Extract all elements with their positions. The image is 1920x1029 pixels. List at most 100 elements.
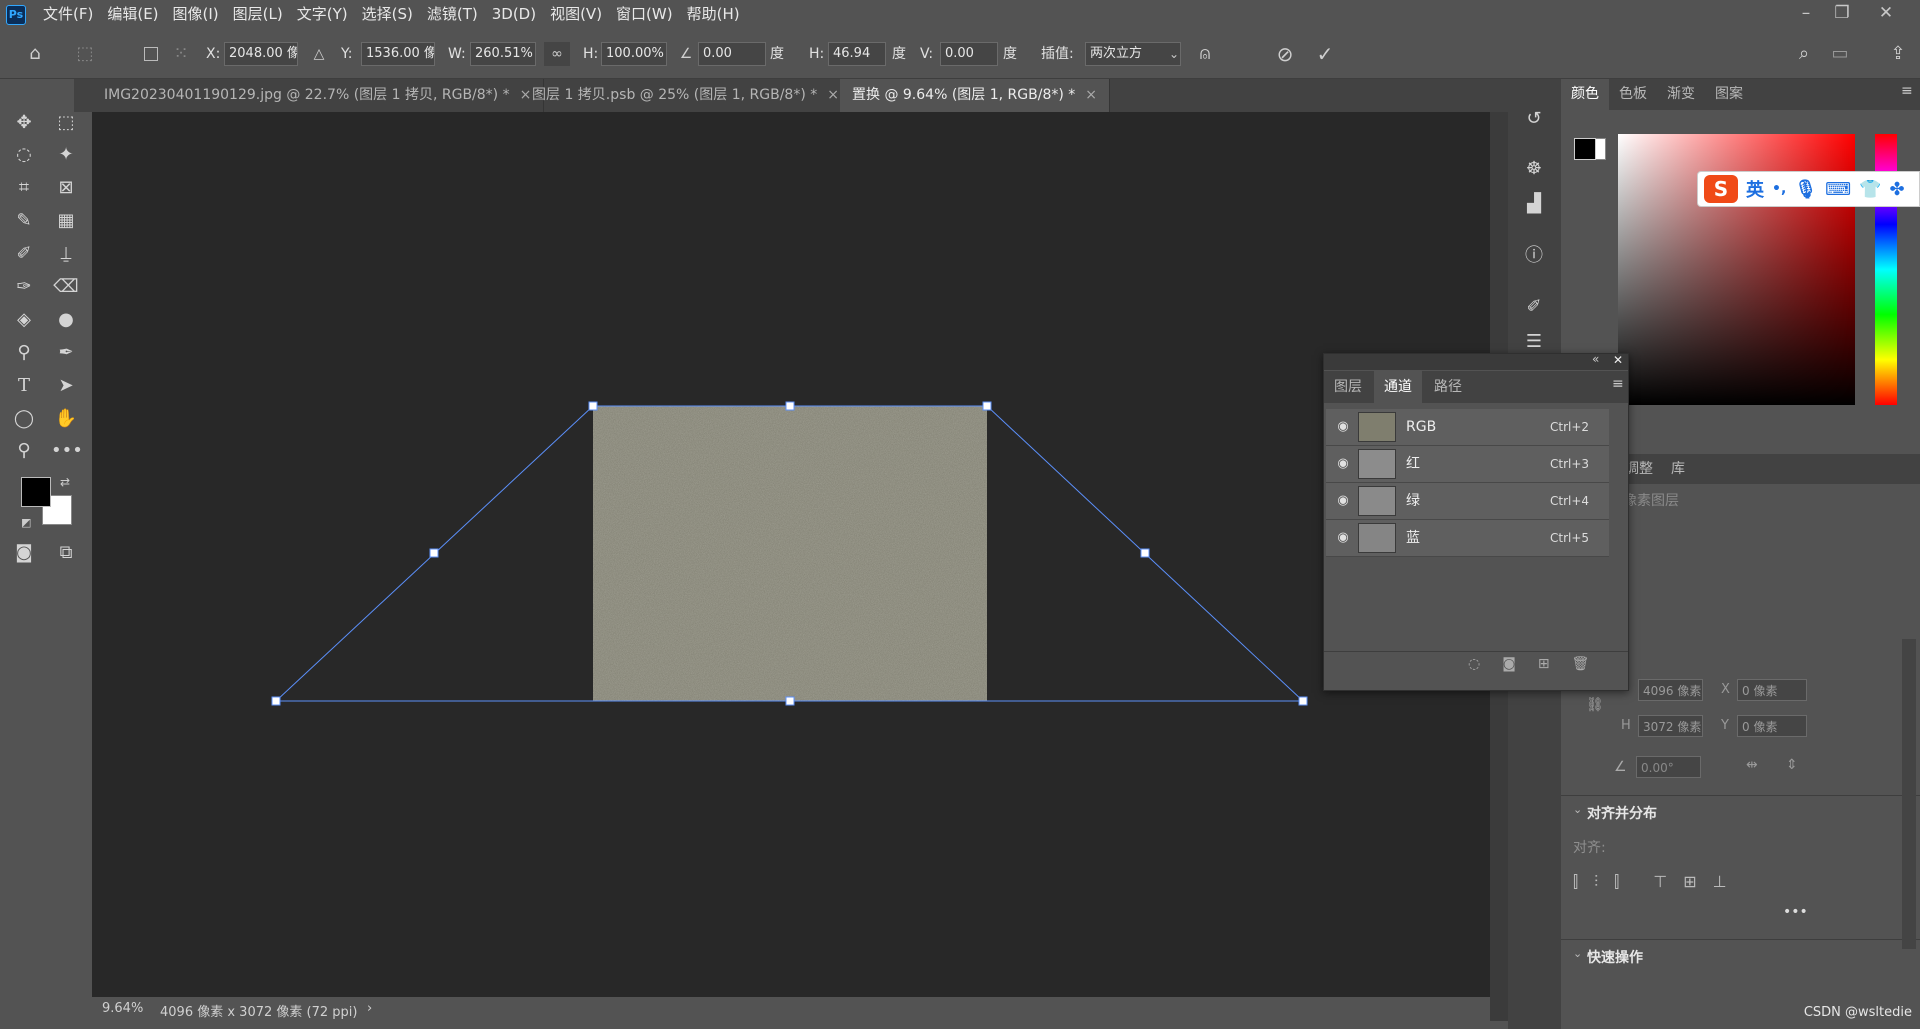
tab-document-2[interactable]: 图层 1 拷贝.psb @ 25% (图层 1, RGB/8*) * × — [520, 79, 852, 112]
minimize-button[interactable]: – — [1788, 0, 1824, 26]
y-field[interactable]: 1536.00 像 — [361, 42, 435, 66]
toolbox-icon[interactable]: ✤ — [1890, 179, 1905, 200]
lasso-tool-icon[interactable]: ◌ — [9, 140, 39, 170]
menu-file[interactable]: 文件(F) — [36, 0, 100, 29]
menu-edit[interactable]: 编辑(E) — [100, 0, 165, 29]
zoom-tool-icon[interactable]: ⚲ — [9, 436, 39, 466]
frame-tool-icon[interactable]: ⊠ — [51, 173, 81, 203]
eraser-tool-icon[interactable]: ⌫ — [51, 272, 81, 302]
zoom-level[interactable]: 9.64% — [102, 1001, 143, 1016]
brush-tool-icon[interactable]: ✐ — [9, 239, 39, 269]
menu-filter[interactable]: 滤镜(T) — [420, 0, 485, 29]
color-fg-swatch[interactable] — [1574, 138, 1596, 160]
h-field[interactable]: 100.00% — [601, 42, 667, 66]
tab-color[interactable]: 颜色 — [1561, 79, 1609, 110]
restore-button[interactable]: ❐ — [1824, 0, 1860, 26]
tab-patterns[interactable]: 图案 — [1705, 79, 1753, 110]
ellipse-tool-icon[interactable]: ◯ — [9, 404, 39, 434]
brush-settings-icon[interactable]: ✐ — [1519, 292, 1549, 322]
channel-row-red[interactable]: ◉ 红 Ctrl+3 — [1326, 446, 1609, 483]
commit-transform-icon[interactable]: ✓ — [1312, 42, 1338, 66]
angle-field[interactable]: 0.00 — [698, 42, 766, 66]
type-tool-icon[interactable]: T — [9, 371, 39, 401]
screen-mode-icon[interactable]: ⧉ — [51, 538, 81, 568]
menu-type[interactable]: 文字(Y) — [290, 0, 355, 29]
align-left-icon[interactable]: ⫿ — [1573, 872, 1578, 892]
link-icon[interactable]: ∞ — [544, 42, 570, 66]
align-middle-icon[interactable]: ⊞ — [1683, 872, 1696, 892]
skin-icon[interactable]: 👕 — [1859, 179, 1881, 200]
quick-mask-icon[interactable]: ◙ — [9, 538, 39, 568]
cancel-transform-icon[interactable]: ⊘ — [1272, 42, 1298, 66]
magic-wand-tool-icon[interactable]: ✦ — [51, 140, 81, 170]
tab-document-3[interactable]: 置换 @ 9.64% (图层 1, RGB/8*) * × — [840, 79, 1110, 112]
tab-layers[interactable]: 图层 — [1324, 371, 1372, 403]
align-center-icon[interactable]: ⫶ — [1594, 872, 1598, 892]
search-icon[interactable]: ⌕ — [1791, 42, 1817, 66]
hand-tool-icon[interactable]: ✋ — [51, 404, 81, 434]
navigator-icon[interactable]: ☸ — [1519, 154, 1549, 184]
blur-tool-icon[interactable]: ● — [51, 305, 81, 335]
history-brush-tool-icon[interactable]: ✑ — [9, 272, 39, 302]
default-colors-icon[interactable]: ◩ — [21, 516, 31, 529]
marquee-tool-icon[interactable]: ⬚ — [51, 108, 81, 138]
home-icon[interactable]: ⌂ — [22, 42, 48, 66]
props-y-field[interactable]: 0 像素 — [1737, 715, 1807, 737]
close-window-button[interactable]: ✕ — [1868, 0, 1904, 26]
canvas-area[interactable] — [92, 112, 1490, 997]
hskew-field[interactable]: 46.94 — [828, 42, 886, 66]
path-selection-tool-icon[interactable]: ➤ — [51, 371, 81, 401]
tab-libraries[interactable]: 库 — [1671, 454, 1685, 484]
align-section-title[interactable]: 对齐并分布 — [1587, 803, 1657, 823]
foreground-color-swatch[interactable] — [21, 477, 51, 507]
pen-tool-icon[interactable]: ✒ — [51, 338, 81, 368]
vskew-field[interactable]: 0.00 — [940, 42, 998, 66]
collapse-icon[interactable]: « — [1592, 352, 1599, 366]
props-h-field[interactable]: 3072 像素 — [1638, 715, 1703, 737]
transform-handle[interactable] — [271, 696, 281, 706]
flip-horizontal-icon[interactable]: ⇹ — [1746, 757, 1758, 773]
chevron-down-icon[interactable]: ⌄ — [1573, 947, 1582, 960]
channel-row-blue[interactable]: ◉ 蓝 Ctrl+5 — [1326, 520, 1609, 557]
document-info[interactable]: 4096 像素 x 3072 像素 (72 ppi) — [160, 1001, 357, 1020]
menu-layer[interactable]: 图层(L) — [226, 0, 290, 29]
quick-actions-title[interactable]: 快速操作 — [1587, 947, 1643, 967]
transform-handle[interactable] — [785, 696, 795, 706]
props-angle-field[interactable]: 0.00° — [1636, 756, 1701, 778]
eye-icon[interactable]: ◉ — [1334, 530, 1352, 546]
panel-menu-icon[interactable]: ≡ — [1901, 83, 1913, 99]
transform-handle[interactable] — [429, 548, 439, 558]
move-tool-icon[interactable]: ✥ — [9, 108, 39, 138]
menu-3d[interactable]: 3D(D) — [485, 0, 543, 29]
reference-point-checkbox[interactable] — [144, 47, 158, 61]
new-channel-icon[interactable]: ⊞ — [1538, 656, 1550, 672]
align-right-icon[interactable]: ⫿ — [1614, 872, 1619, 892]
menu-window[interactable]: 窗口(W) — [609, 0, 680, 29]
tab-paths[interactable]: 路径 — [1424, 371, 1472, 403]
transform-handle[interactable] — [785, 401, 795, 411]
menu-view[interactable]: 视图(V) — [543, 0, 609, 29]
eye-icon[interactable]: ◉ — [1334, 419, 1352, 435]
tab-swatches[interactable]: 色板 — [1609, 79, 1657, 110]
props-scrollbar[interactable] — [1902, 639, 1916, 949]
flip-vertical-icon[interactable]: ⇕ — [1786, 757, 1798, 773]
x-field[interactable]: 2048.00 像 — [224, 42, 298, 66]
more-options-icon[interactable]: ••• — [1783, 904, 1808, 920]
interpolation-select[interactable]: 两次立方 — [1085, 42, 1181, 66]
reference-point-grid-icon[interactable]: ⁙ — [168, 42, 194, 66]
keyboard-icon[interactable]: ⌨ — [1825, 179, 1851, 200]
history-icon[interactable]: ↺ — [1519, 104, 1549, 134]
tab-document-1[interactable]: IMG20230401190129.jpg @ 22.7% (图层 1 拷贝, … — [92, 79, 545, 112]
tab-gradients[interactable]: 渐变 — [1657, 79, 1705, 110]
transform-handle[interactable] — [1298, 696, 1308, 706]
stamp-tool-icon[interactable]: ⍊ — [51, 239, 81, 269]
swap-colors-icon[interactable]: ⇄ — [60, 475, 70, 489]
share-icon[interactable]: ⇪ — [1885, 42, 1911, 66]
tab-channels[interactable]: 通道 — [1374, 371, 1422, 403]
delta-icon[interactable]: △ — [306, 42, 332, 66]
align-bottom-icon[interactable]: ⊥ — [1713, 872, 1727, 892]
props-x-field[interactable]: 0 像素 — [1737, 679, 1807, 701]
channel-row-rgb[interactable]: ◉ RGB Ctrl+2 — [1326, 409, 1609, 446]
ime-punct[interactable]: •, — [1772, 181, 1786, 197]
chevron-down-icon[interactable]: ⌄ — [1573, 803, 1582, 816]
